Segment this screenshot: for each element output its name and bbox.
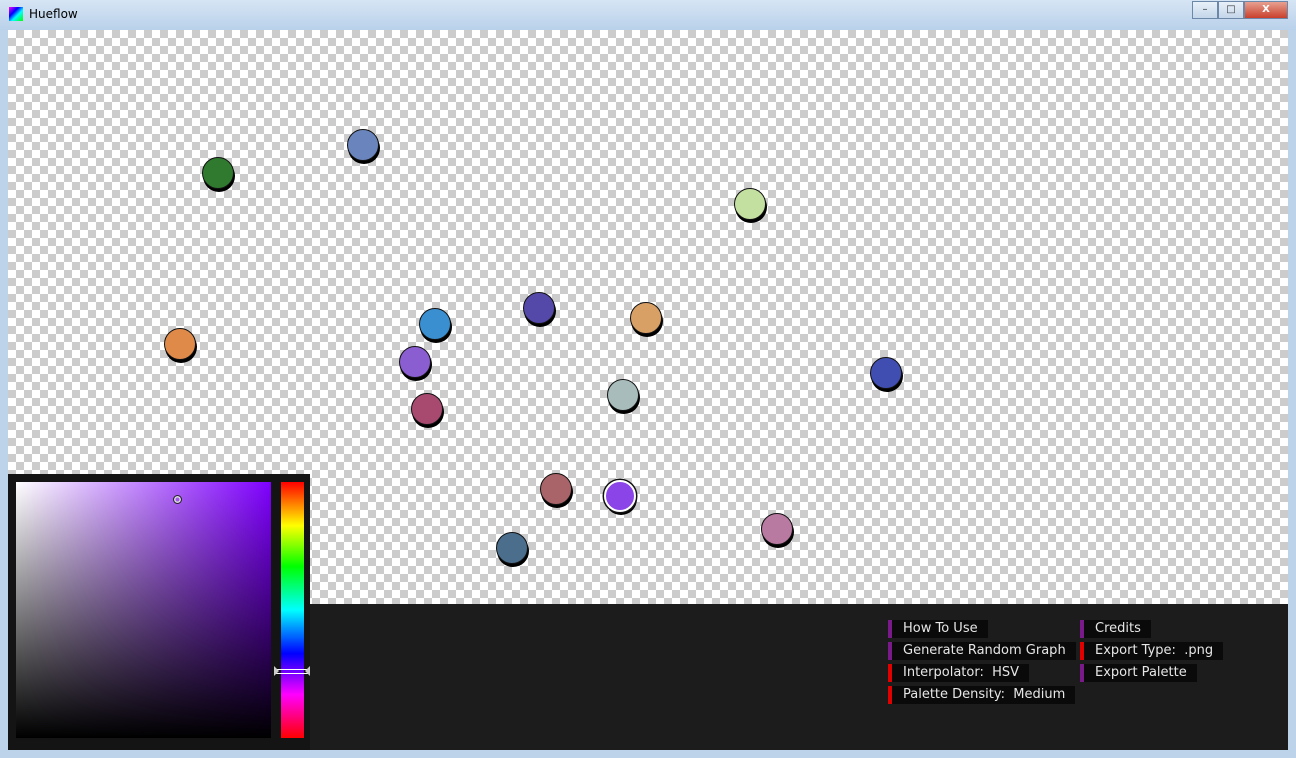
color-node[interactable] [419, 308, 451, 340]
color-node[interactable] [734, 188, 766, 220]
color-node[interactable] [630, 302, 662, 334]
menu-item-interpolator[interactable]: Interpolator: HSV [888, 664, 1076, 682]
menu-left: How To Use Generate Random Graph Interpola… [888, 620, 1076, 704]
app-icon [9, 7, 23, 21]
menu-item-label: Interpolator: HSV [892, 664, 1030, 682]
color-node[interactable] [411, 393, 443, 425]
menu-item-label: How To Use [892, 620, 988, 638]
hue-slider-handle[interactable] [274, 666, 310, 676]
color-node[interactable] [347, 129, 379, 161]
hue-slider[interactable] [281, 482, 304, 738]
menu-item-export-type[interactable]: Export Type: .png [1080, 642, 1224, 660]
menu-item-label: Export Palette [1084, 664, 1197, 682]
color-node[interactable] [399, 346, 431, 378]
menu-item-label: Credits [1084, 620, 1151, 638]
menu-item-export-palette[interactable]: Export Palette [1080, 664, 1223, 682]
menu-item-label: Export Type: .png [1084, 642, 1224, 660]
color-node-selected[interactable] [604, 480, 636, 512]
color-node[interactable] [164, 328, 196, 360]
minimize-button[interactable]: – [1192, 1, 1218, 19]
saturation-value-field[interactable] [16, 482, 271, 738]
menu-item-label: Generate Random Graph [892, 642, 1076, 660]
window-title: Hueflow [29, 7, 78, 21]
menu-right: Credits Export Type: .png Export Palette [1080, 620, 1224, 682]
graph-canvas[interactable]: How To Use Generate Random Graph Interpola… [8, 30, 1288, 750]
color-node[interactable] [496, 532, 528, 564]
color-node[interactable] [870, 357, 902, 389]
color-node[interactable] [761, 513, 793, 545]
maximize-button[interactable]: □ [1218, 1, 1244, 19]
title-bar: Hueflow – □ X [0, 0, 1296, 30]
menu-item-credits[interactable]: Credits [1080, 620, 1223, 638]
color-node[interactable] [540, 473, 572, 505]
color-picker [8, 474, 310, 750]
color-node[interactable] [202, 157, 234, 189]
close-button[interactable]: X [1244, 1, 1288, 19]
color-node[interactable] [523, 292, 555, 324]
menu-item-palette-density[interactable]: Palette Density: Medium [888, 686, 1076, 704]
menu-item-how-to-use[interactable]: How To Use [888, 620, 1076, 638]
color-node[interactable] [607, 379, 639, 411]
menu-item-label: Palette Density: Medium [892, 686, 1076, 704]
menu-item-generate-random-graph[interactable]: Generate Random Graph [888, 642, 1076, 660]
sv-cursor[interactable] [173, 495, 182, 504]
